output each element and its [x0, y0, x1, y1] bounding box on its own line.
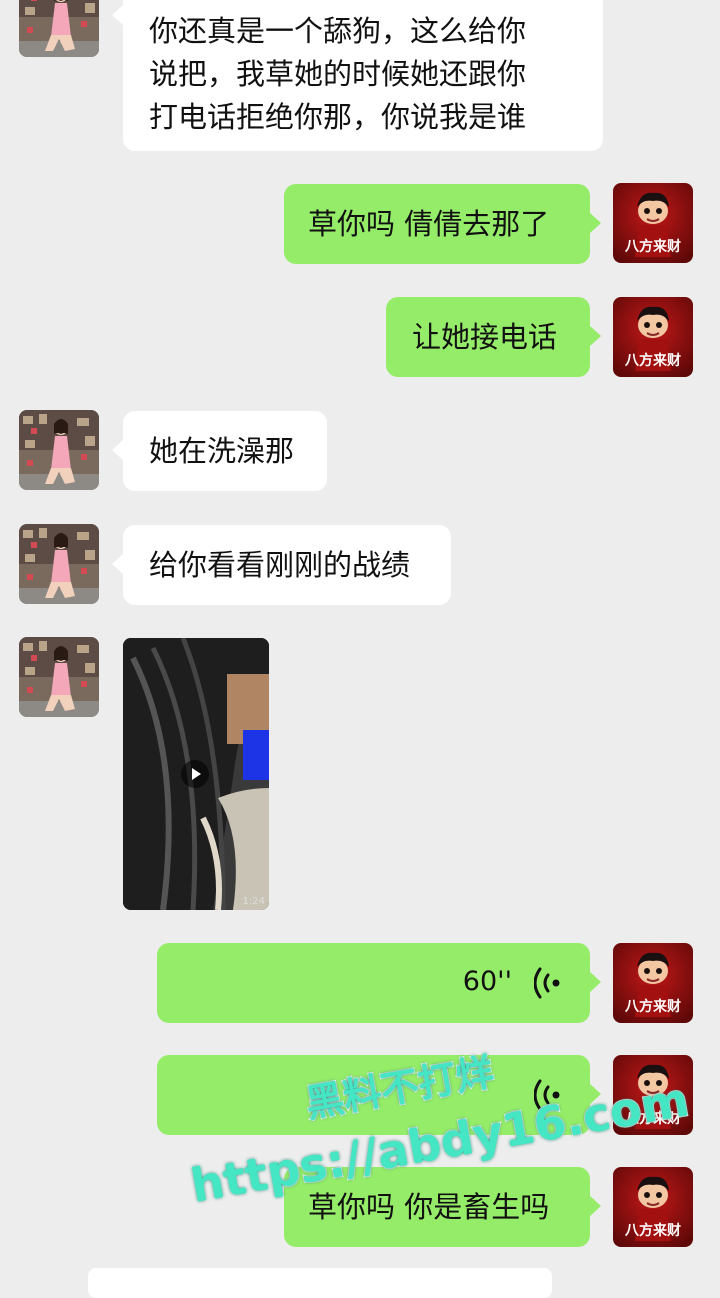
svg-text:八方来财: 八方来财	[624, 998, 681, 1015]
self-avatar[interactable]: 八方来财	[613, 183, 693, 263]
self-avatar[interactable]: 八方来财	[613, 1167, 693, 1247]
video-message[interactable]: 1:24	[123, 638, 269, 910]
voice-duration: 60''	[462, 966, 512, 997]
message-bubble-incoming[interactable]: 她在洗澡那	[112, 411, 327, 491]
svg-text:八方来财: 八方来财	[624, 1222, 681, 1239]
friend-avatar[interactable]	[19, 524, 99, 604]
svg-text:八方来财: 八方来财	[624, 352, 681, 369]
message-text: 草你吗 倩倩去那了	[308, 207, 550, 241]
friend-avatar[interactable]	[19, 0, 99, 57]
message-line: 打电话拒绝你那，你说我是谁	[149, 100, 527, 134]
message-text: 让她接电话	[412, 320, 558, 354]
svg-text:八方来财: 八方来财	[624, 238, 681, 255]
message-bubble-incoming[interactable]: 给你看看刚刚的战绩	[112, 525, 451, 605]
message-text: 给你看看刚刚的战绩	[149, 548, 411, 582]
message-input-bar[interactable]	[88, 1268, 552, 1298]
friend-avatar[interactable]	[19, 637, 99, 717]
voice-message[interactable]: 60''	[157, 943, 601, 1023]
message-text: 草你吗 你是畜生吗	[308, 1190, 550, 1224]
message-bubble-outgoing[interactable]: 让她接电话	[386, 297, 601, 377]
message-bubble-incoming[interactable]: 你还真是一个舔狗，这么给你 说把，我草她的时候她还跟你 打电话拒绝你那，你说我是…	[112, 0, 603, 151]
video-duration: 1:24	[242, 896, 265, 907]
message-bubble-outgoing[interactable]: 草你吗 倩倩去那了	[284, 184, 601, 264]
self-avatar[interactable]: 八方来财	[613, 943, 693, 1023]
friend-avatar[interactable]	[19, 410, 99, 490]
voice-wave-icon	[534, 967, 560, 999]
message-line: 说把，我草她的时候她还跟你	[149, 57, 527, 91]
play-icon[interactable]	[181, 760, 209, 788]
message-line: 你还真是一个舔狗，这么给你	[149, 14, 527, 48]
message-text: 她在洗澡那	[149, 434, 295, 468]
self-avatar[interactable]: 八方来财	[613, 297, 693, 377]
